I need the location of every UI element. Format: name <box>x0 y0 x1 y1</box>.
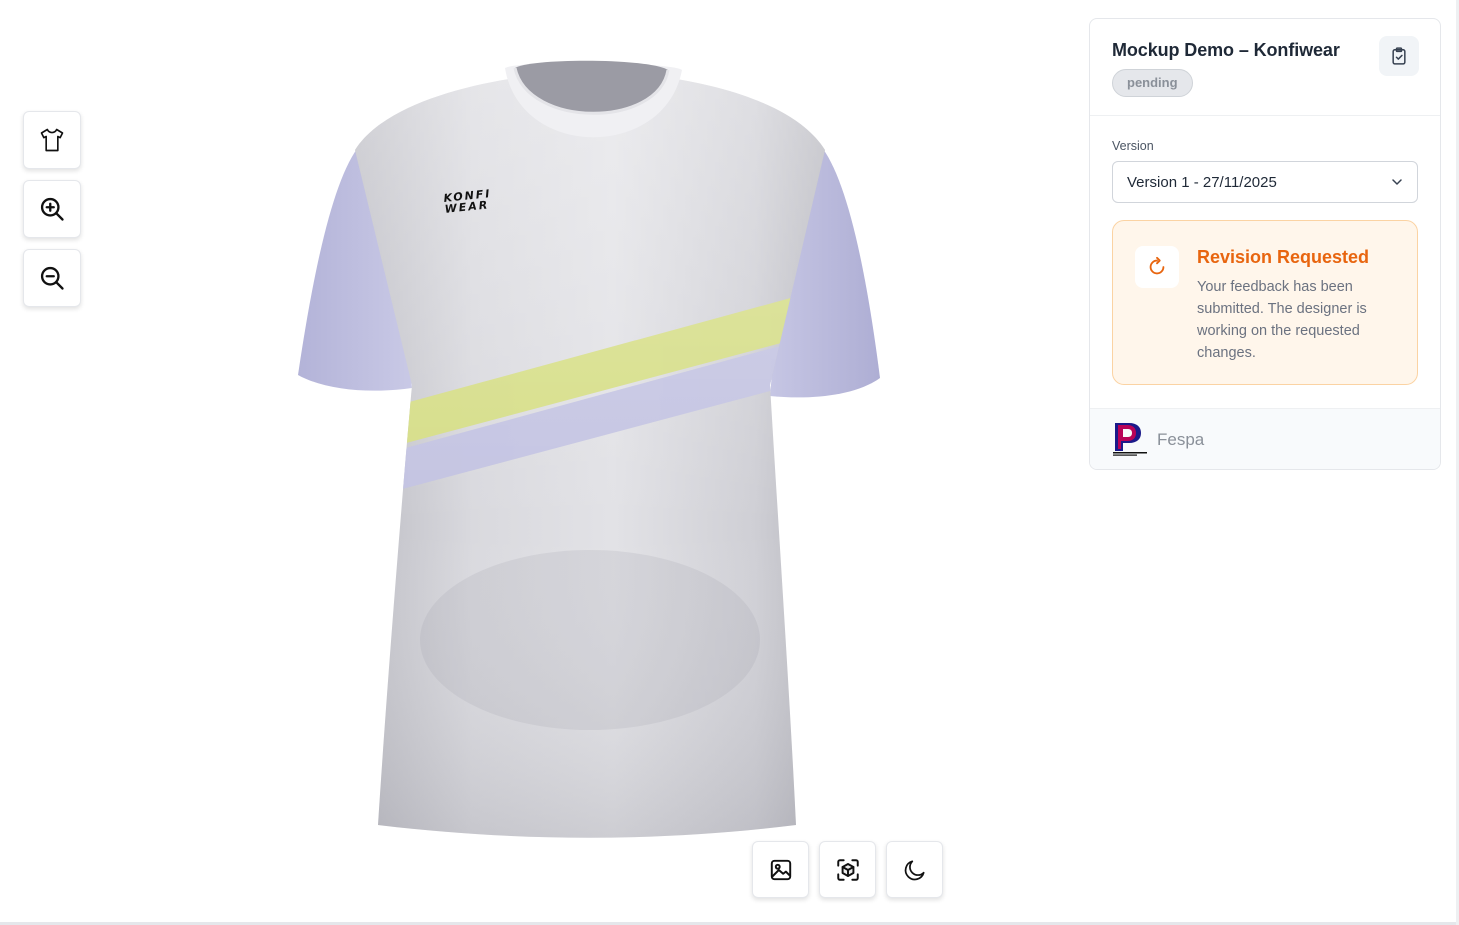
chevron-down-icon <box>1392 179 1402 185</box>
revision-icon-box <box>1135 246 1179 288</box>
revision-message: Your feedback has been submitted. The de… <box>1197 279 1367 361</box>
brand-name: Fespa <box>1157 430 1205 449</box>
panel-footer: Fespa <box>1090 408 1440 469</box>
zoom-out-button[interactable] <box>23 249 81 307</box>
status-badge: pending <box>1112 69 1193 97</box>
revision-status-card: Revision Requested Your feedback has bee… <box>1112 220 1418 385</box>
version-label: Version <box>1112 139 1154 153</box>
mockup-viewer[interactable]: KONFI WEAR <box>0 0 1085 922</box>
clipboard-check-icon <box>1392 47 1406 65</box>
ar-view-button[interactable] <box>819 841 876 898</box>
approve-button[interactable] <box>1379 36 1419 76</box>
zoom-in-button[interactable] <box>23 180 81 238</box>
moon-icon <box>904 859 925 880</box>
3d-scan-icon <box>836 858 859 881</box>
panel-header: Mockup Demo – Konfiwear pending <box>1090 19 1440 116</box>
zoom-out-icon <box>40 266 64 290</box>
shirt-brand-logo: KONFI WEAR <box>442 186 492 216</box>
revision-title: Revision Requested <box>1197 247 1370 267</box>
page-title: Mockup Demo – Konfiwear <box>1112 40 1340 60</box>
shirt-icon <box>40 128 64 152</box>
mockup-info-panel: Mockup Demo – Konfiwear pending Version … <box>1089 18 1441 470</box>
fespa-logo <box>1113 423 1147 456</box>
version-select[interactable]: Version 1 - 27/11/2025 <box>1112 161 1418 203</box>
image-button[interactable] <box>752 841 809 898</box>
dark-mode-button[interactable] <box>886 841 943 898</box>
version-value: Version 1 - 27/11/2025 <box>1127 174 1277 191</box>
image-icon <box>770 859 791 880</box>
shirt-view-button[interactable] <box>23 111 81 169</box>
zoom-in-icon <box>40 197 64 221</box>
tshirt-mockup[interactable] <box>290 50 890 845</box>
refresh-icon <box>1149 256 1165 275</box>
